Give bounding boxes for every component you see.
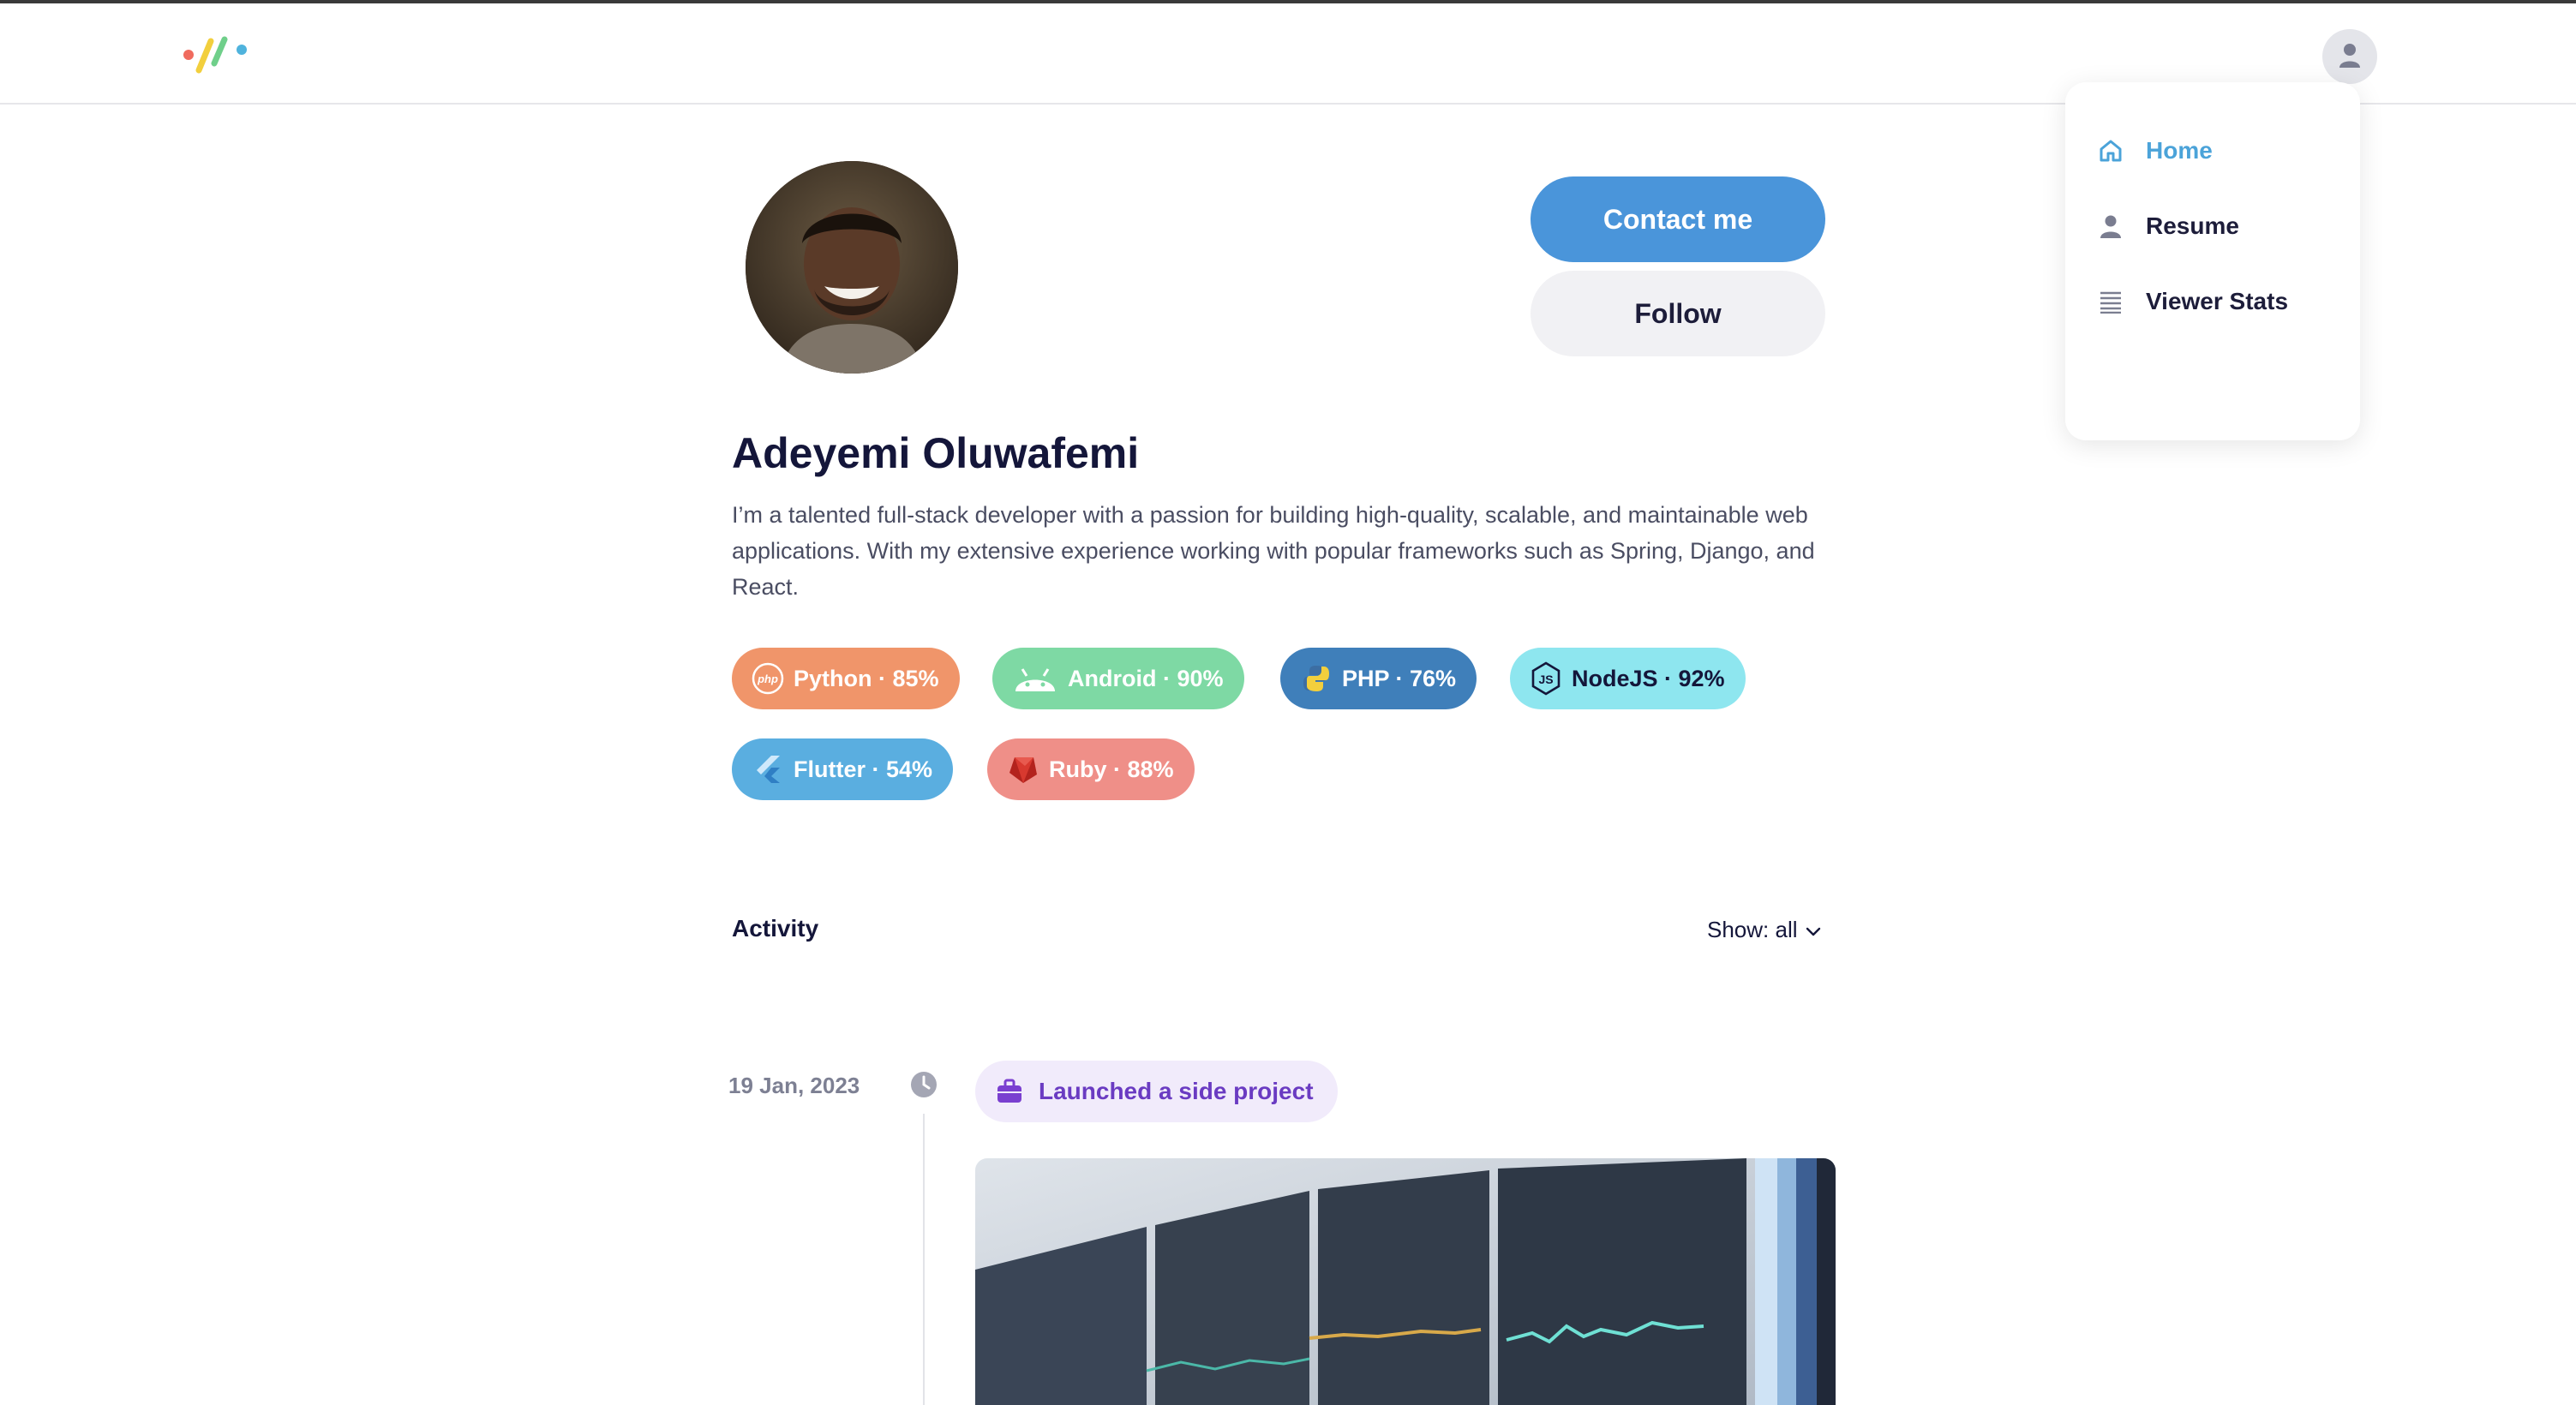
follow-button[interactable]: Follow <box>1531 271 1825 356</box>
skill-badge-php[interactable]: PHP · 76% <box>1280 648 1477 709</box>
home-icon <box>2096 136 2125 165</box>
menu-item-resume[interactable]: Resume <box>2096 200 2239 252</box>
timeline-line <box>923 1114 925 1405</box>
skill-badge-flutter[interactable]: Flutter · 54% <box>732 738 954 800</box>
chevron-down-icon <box>1798 917 1822 943</box>
skill-badge-android[interactable]: Android · 90% <box>992 648 1244 709</box>
skill-label: Python · 85% <box>794 665 939 691</box>
activity-filter-dropdown[interactable]: Show: all <box>1707 917 1822 943</box>
ruby-icon <box>1006 752 1040 786</box>
skill-badge-ruby[interactable]: Ruby · 88% <box>987 738 1195 800</box>
android-icon <box>1011 661 1059 696</box>
skill-label: Android · 90% <box>1068 665 1224 691</box>
clock-icon <box>910 1071 938 1098</box>
svg-text:JS: JS <box>1538 673 1553 686</box>
event-label: Launched a side project <box>1039 1078 1314 1104</box>
contact-me-button[interactable]: Contact me <box>1531 176 1825 262</box>
skill-label: Ruby · 88% <box>1049 756 1174 782</box>
account-avatar-button[interactable] <box>2322 29 2377 84</box>
brand-logo[interactable] <box>182 29 250 81</box>
skill-label: Flutter · 54% <box>794 756 933 782</box>
svg-text:php: php <box>757 673 778 685</box>
profile-photo <box>746 161 958 374</box>
menu-item-viewer-stats[interactable]: Viewer Stats <box>2096 276 2288 327</box>
filter-label: Show: all <box>1707 917 1798 942</box>
event-image[interactable] <box>975 1158 1836 1405</box>
python-icon <box>1299 661 1333 696</box>
menu-item-label: Viewer Stats <box>2146 288 2289 314</box>
list-icon <box>2096 287 2125 316</box>
profile-bio: I’m a talented full-stack developer with… <box>732 502 1815 600</box>
skill-badge-nodejs[interactable]: JS NodeJS · 92% <box>1510 648 1746 709</box>
flutter-icon <box>751 752 785 786</box>
menu-item-label: Home <box>2146 137 2213 164</box>
event-tag[interactable]: Launched a side project <box>975 1061 1338 1122</box>
skill-label: NodeJS · 92% <box>1572 665 1725 691</box>
skill-badge-python[interactable]: php Python · 85% <box>732 648 960 709</box>
account-dropdown-menu: Home Resume Viewer Stats <box>2065 82 2360 440</box>
user-icon <box>2096 212 2125 241</box>
php-icon: php <box>751 661 785 696</box>
briefcase-icon <box>996 1079 1023 1104</box>
profile-name: Adeyemi Oluwafemi <box>732 429 1140 477</box>
activity-heading: Activity <box>732 915 819 942</box>
skill-label: PHP · 76% <box>1342 665 1457 691</box>
menu-item-label: Resume <box>2146 212 2239 239</box>
nodejs-icon: JS <box>1529 661 1563 696</box>
user-icon <box>2338 42 2362 72</box>
menu-item-home[interactable]: Home <box>2096 125 2213 176</box>
event-date: 19 Jan, 2023 <box>728 1073 860 1098</box>
